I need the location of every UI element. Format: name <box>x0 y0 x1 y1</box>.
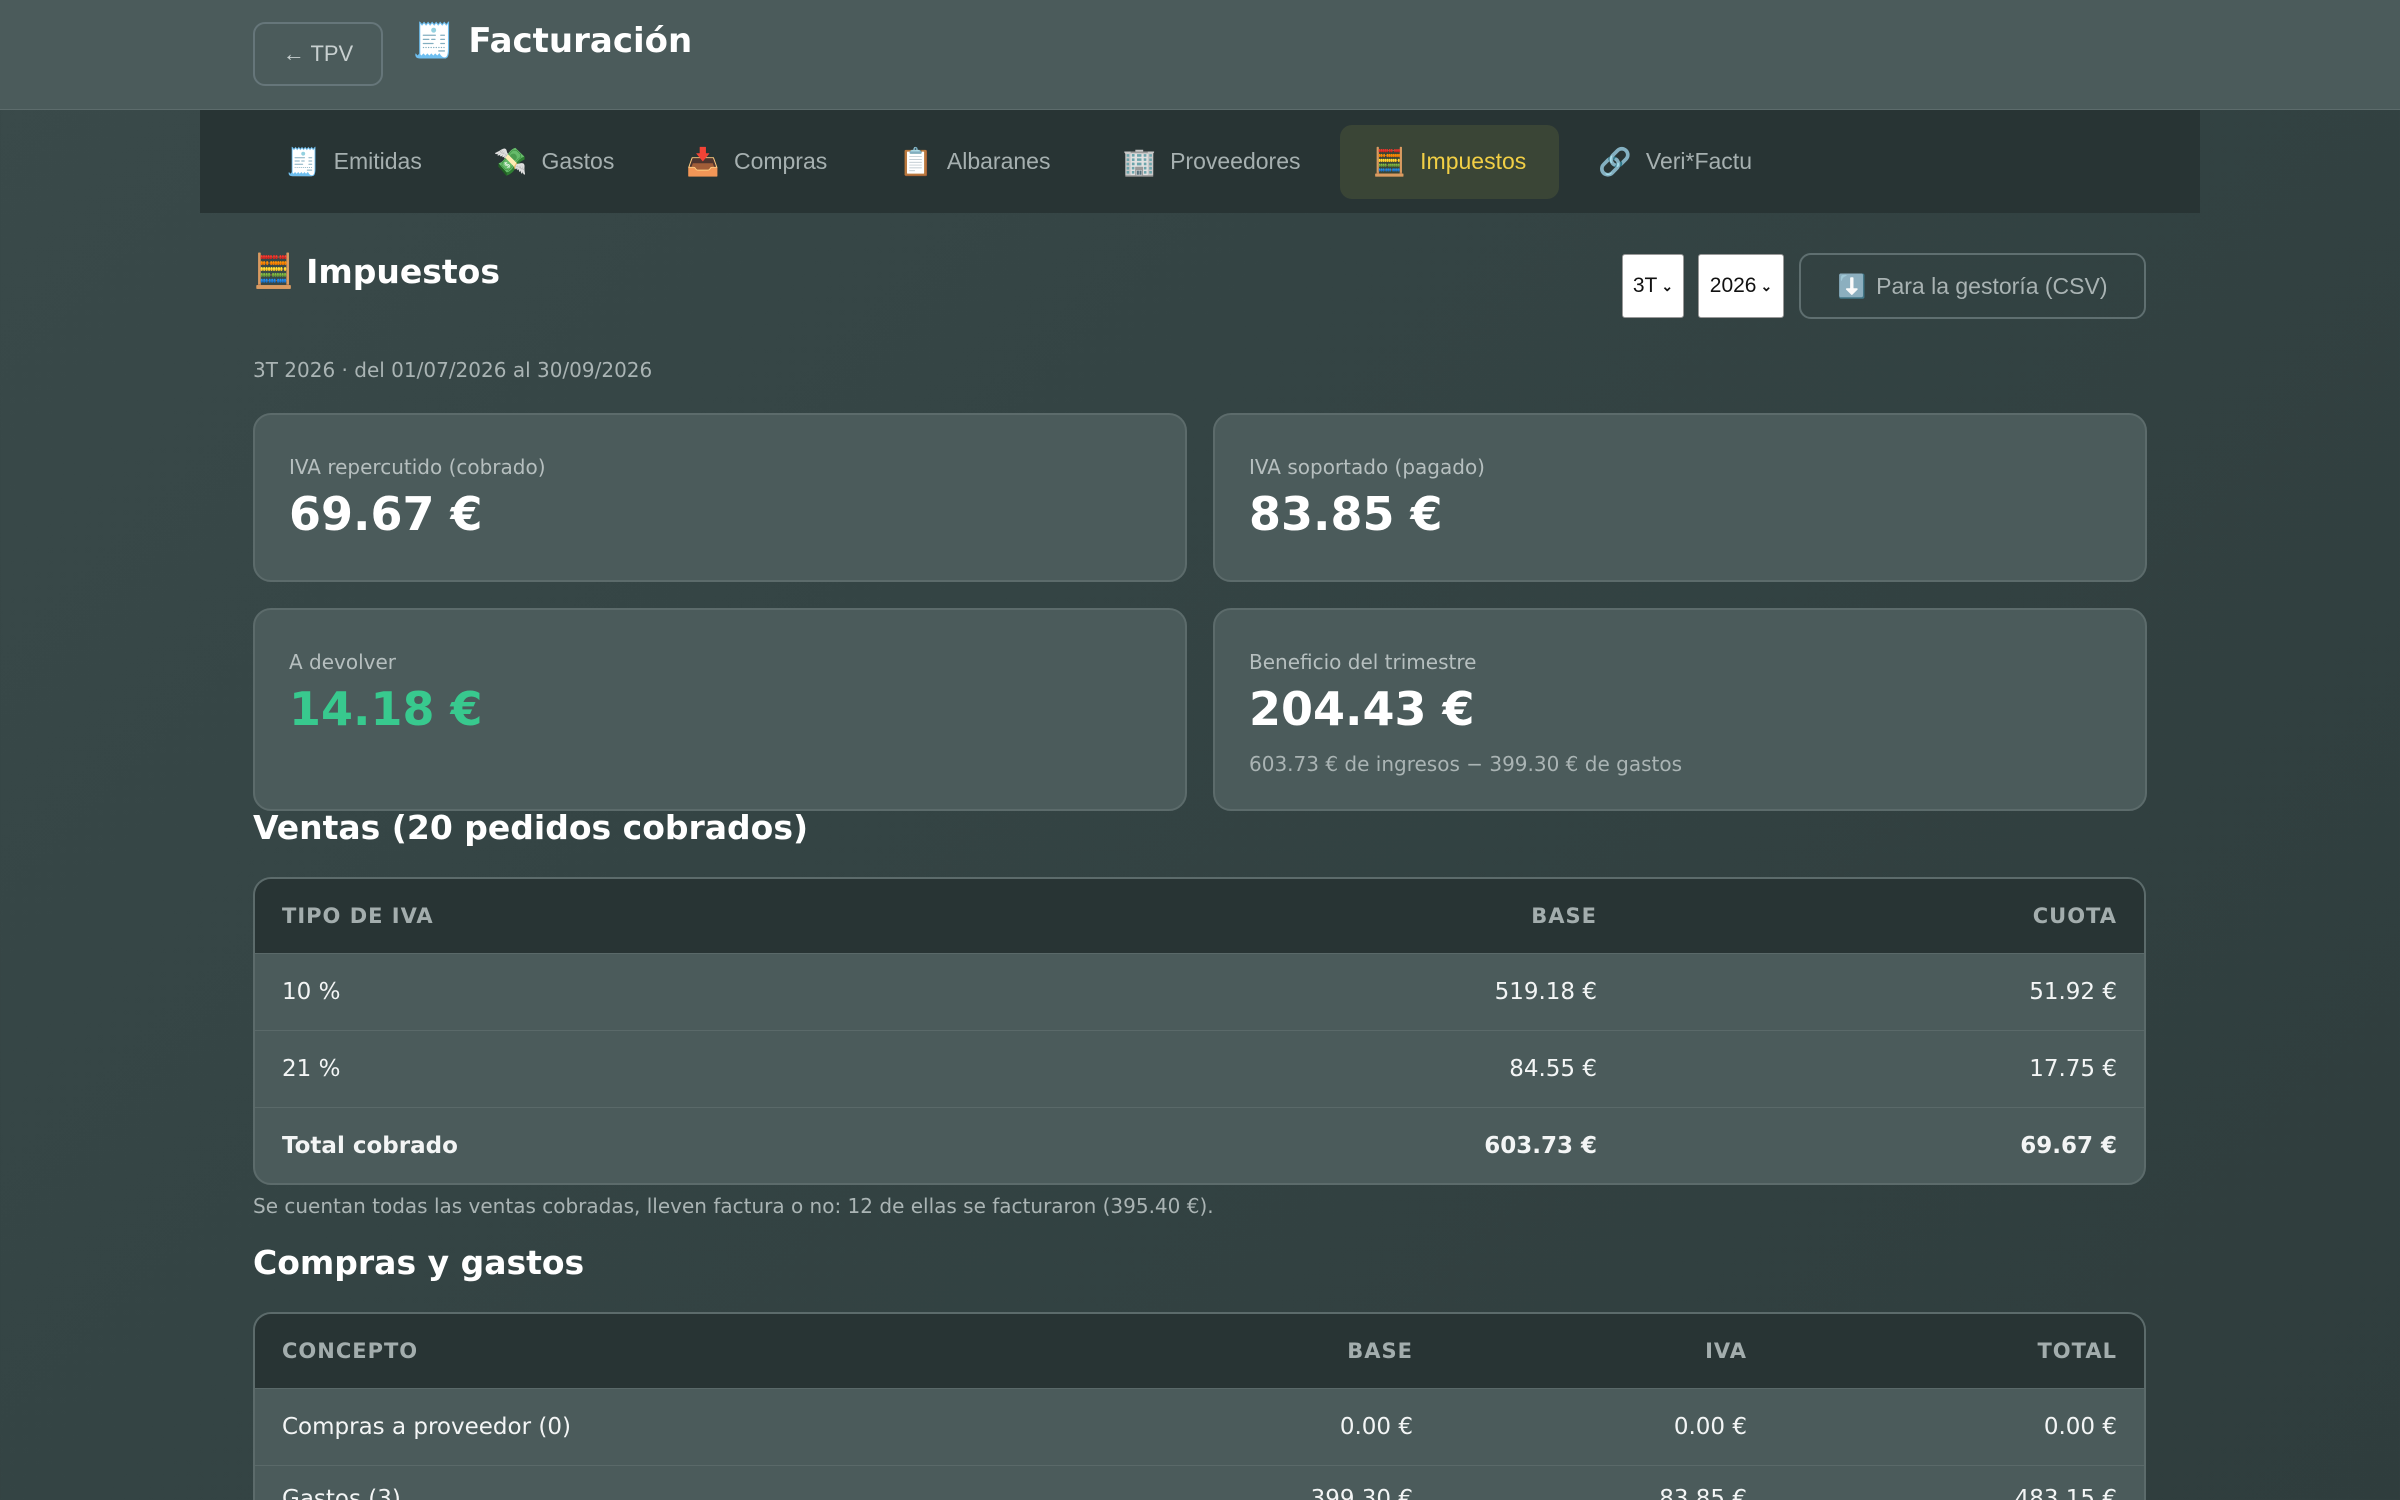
column-header: BASE <box>1531 904 1597 928</box>
money-wings-icon: 💸 <box>493 146 528 177</box>
ventas-table: TIPO DE IVA BASE CUOTA 10 % 519.18 € 51.… <box>253 877 2146 1185</box>
column-header: CONCEPTO <box>282 1339 419 1363</box>
table-cell: 21 % <box>282 1056 341 1082</box>
card-label: IVA soportado (pagado) <box>1249 455 1485 479</box>
table-cell: 83.85 € <box>1659 1486 1747 1500</box>
table-cell: 0.00 € <box>1339 1414 1413 1440</box>
office-building-icon: 🏢 <box>1122 146 1157 177</box>
column-header: TIPO DE IVA <box>282 904 434 928</box>
tab-label: Impuestos <box>1420 148 1527 174</box>
tab-emitidas[interactable]: 🧾 Emitidas <box>253 125 455 199</box>
card-beneficio: Beneficio del trimestre 204.43 € 603.73 … <box>1213 608 2147 811</box>
ventas-heading: Ventas (20 pedidos cobrados) <box>253 808 809 847</box>
column-header: BASE <box>1347 1339 1413 1363</box>
year-select-value: 2026 <box>1709 274 1757 297</box>
card-value: 69.67 € <box>289 487 483 541</box>
table-header: TIPO DE IVA BASE CUOTA <box>255 879 2144 953</box>
abacus-icon: 🧮 <box>1372 146 1407 177</box>
card-iva-soportado: IVA soportado (pagado) 83.85 € <box>1213 413 2147 582</box>
back-to-tpv-button[interactable]: ← TPV <box>253 22 383 86</box>
ventas-note: Se cuentan todas las ventas cobradas, ll… <box>253 1194 1214 1218</box>
column-header: IVA <box>1705 1339 1747 1363</box>
chevron-down-icon: ⌄ <box>1661 277 1674 294</box>
app-title-text: Facturación <box>468 21 693 61</box>
period-range: 3T 2026 · del 01/07/2026 al 30/09/2026 <box>253 358 653 382</box>
inbox-tray-icon: 📥 <box>686 146 720 177</box>
table-cell: 603.73 € <box>1484 1132 1597 1159</box>
page-title-text: Impuestos <box>306 251 500 291</box>
table-cell: 84.55 € <box>1509 1056 1597 1082</box>
card-value: 83.85 € <box>1249 487 1443 541</box>
quarter-select-value: 3T <box>1632 274 1658 297</box>
export-csv-label: Para la gestoría (CSV) <box>1876 272 2108 299</box>
column-header: CUOTA <box>2032 904 2117 928</box>
table-header: CONCEPTO BASE IVA TOTAL <box>255 1314 2144 1388</box>
tab-impuestos[interactable]: 🧮 Impuestos <box>1339 124 1560 199</box>
tab-label: Proveedores <box>1170 148 1301 174</box>
card-a-devolver: A devolver 14.18 € <box>253 608 1187 811</box>
tab-verifactu[interactable]: 🔗 Veri*Factu <box>1565 125 1785 199</box>
tab-albaranes[interactable]: 📋 Albaranes <box>866 125 1083 199</box>
chevron-down-icon: ⌄ <box>1760 277 1773 294</box>
tab-label: Albaranes <box>946 148 1051 174</box>
export-csv-button[interactable]: ⬇️ Para la gestoría (CSV) <box>1799 253 2146 319</box>
table-cell: 519.18 € <box>1494 979 1597 1005</box>
tab-label: Compras <box>733 148 828 174</box>
link-icon: 🔗 <box>1598 146 1632 177</box>
receipt-icon: 🧾 <box>286 146 320 177</box>
receipt-icon: 🧾 <box>412 21 455 61</box>
table-cell: 51.92 € <box>2029 979 2117 1005</box>
card-label: Beneficio del trimestre <box>1249 650 1477 674</box>
table-row: 21 % 84.55 € 17.75 € <box>255 1030 2144 1107</box>
tab-label: Veri*Factu <box>1645 148 1752 174</box>
tab-label: Gastos <box>541 148 615 174</box>
compras-heading: Compras y gastos <box>253 1243 585 1282</box>
column-header: TOTAL <box>2037 1339 2117 1363</box>
table-cell: 0.00 € <box>2043 1414 2117 1440</box>
card-label: IVA repercutido (cobrado) <box>289 455 546 479</box>
table-cell: Total cobrado <box>282 1132 458 1159</box>
quarter-select[interactable]: 3T ⌄ <box>1622 254 1684 318</box>
table-cell: 483.15 € <box>2014 1486 2117 1500</box>
year-select[interactable]: 2026 ⌄ <box>1698 254 1784 318</box>
table-cell: Gastos (3) <box>282 1486 401 1500</box>
card-iva-repercutido: IVA repercutido (cobrado) 69.67 € <box>253 413 1187 582</box>
compras-table: CONCEPTO BASE IVA TOTAL Compras a provee… <box>253 1312 2146 1500</box>
table-total-row: Total cobrado 603.73 € 69.67 € <box>255 1107 2144 1183</box>
card-value: 14.18 € <box>289 682 483 736</box>
clipboard-icon: 📋 <box>899 146 933 177</box>
tab-proveedores[interactable]: 🏢 Proveedores <box>1089 125 1333 199</box>
table-cell: 0.00 € <box>1673 1414 1747 1440</box>
tab-compras[interactable]: 📥 Compras <box>653 125 860 199</box>
abacus-icon: 🧮 <box>253 251 295 290</box>
table-row: 10 % 519.18 € 51.92 € <box>255 953 2144 1030</box>
table-cell: 399.30 € <box>1310 1486 1413 1500</box>
card-label: A devolver <box>289 650 397 674</box>
tab-gastos[interactable]: 💸 Gastos <box>461 125 648 199</box>
table-cell: 69.67 € <box>2020 1132 2117 1159</box>
tab-label: Emitidas <box>333 148 422 174</box>
card-subtext: 603.73 € de ingresos − 399.30 € de gasto… <box>1249 752 1682 776</box>
tab-bar: 🧾 Emitidas 💸 Gastos 📥 Compras 📋 Albarane… <box>200 110 2200 213</box>
download-icon: ⬇️ <box>1837 272 1867 299</box>
table-row: Gastos (3) 399.30 € 83.85 € 483.15 € <box>255 1465 2144 1500</box>
card-value: 204.43 € <box>1249 682 1475 736</box>
top-bar: ← TPV 🧾 Facturación <box>0 0 2400 110</box>
table-cell: 10 % <box>282 979 341 1005</box>
app-title: 🧾 Facturación <box>412 16 692 66</box>
table-cell: 17.75 € <box>2029 1056 2117 1082</box>
table-cell: Compras a proveedor (0) <box>282 1414 571 1440</box>
table-row: Compras a proveedor (0) 0.00 € 0.00 € 0.… <box>255 1388 2144 1465</box>
page-title: 🧮 Impuestos <box>253 248 500 294</box>
